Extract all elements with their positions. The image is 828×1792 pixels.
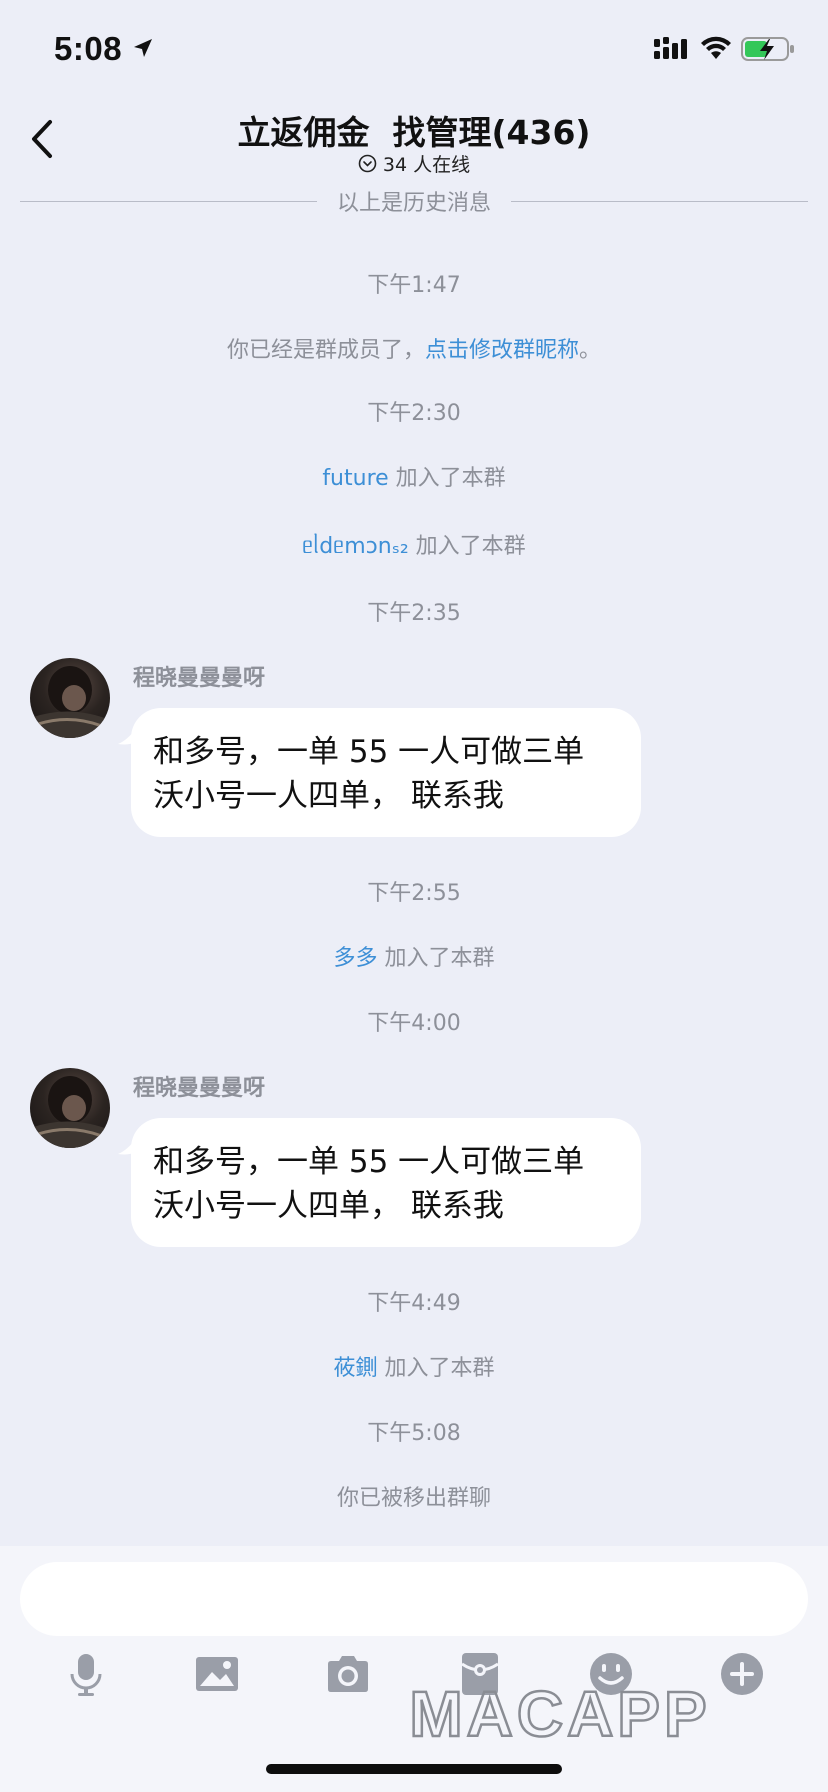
location-arrow-icon bbox=[134, 39, 152, 57]
emoji-icon[interactable] bbox=[587, 1650, 635, 1698]
member-name-link[interactable]: future bbox=[322, 466, 388, 491]
timestamp: 下午1:47 bbox=[367, 273, 461, 298]
sender-name[interactable]: 程晓曼曼曼呀 bbox=[133, 660, 265, 692]
avatar-photo-icon bbox=[30, 1076, 110, 1148]
camera-icon[interactable] bbox=[324, 1650, 372, 1698]
divider-line bbox=[511, 200, 809, 202]
wifi-icon bbox=[701, 36, 731, 59]
timestamp: 下午4:00 bbox=[367, 1011, 461, 1036]
join-notice-suffix: 加入了本群 bbox=[408, 534, 526, 559]
status-time: 5:08 bbox=[54, 30, 123, 67]
battery-charging-icon bbox=[741, 37, 794, 61]
input-toolbar bbox=[0, 1650, 828, 1730]
member-name-link[interactable]: 莜鍘 bbox=[333, 1356, 377, 1381]
removed-notice: 你已被移出群聊 bbox=[336, 1486, 491, 1511]
member-notice-suffix: 。 bbox=[579, 338, 602, 363]
message-bubble[interactable]: 和多号，一单 55 一人可做三单 沃小号一人四单， 联系我 bbox=[131, 1118, 641, 1247]
chevron-down-circle-icon bbox=[358, 154, 377, 173]
chat-screen: 5:08 立返佣金 找管理(436) 34 人在线 以上是历史消息 下午1:47… bbox=[0, 0, 828, 1792]
input-area bbox=[0, 1546, 828, 1792]
cellular-signal-icon bbox=[654, 37, 687, 59]
message-text-line: 沃小号一人四单， 联系我 bbox=[153, 1188, 504, 1224]
message-text-line: 和多号，一单 55 一人可做三单 bbox=[153, 734, 585, 770]
avatar[interactable] bbox=[30, 658, 110, 738]
plus-icon[interactable] bbox=[718, 1650, 766, 1698]
join-notice-suffix: 加入了本群 bbox=[377, 1356, 495, 1381]
message-bubble[interactable]: 和多号，一单 55 一人可做三单 沃小号一人四单， 联系我 bbox=[131, 708, 641, 837]
join-notice: future 加入了本群 bbox=[0, 460, 828, 492]
sender-name[interactable]: 程晓曼曼曼呀 bbox=[133, 1070, 265, 1102]
timestamp: 下午4:49 bbox=[367, 1291, 461, 1316]
edit-nickname-link[interactable]: 点击修改群昵称 bbox=[425, 338, 579, 363]
avatar-photo-icon bbox=[30, 666, 110, 738]
image-icon[interactable] bbox=[193, 1650, 241, 1698]
join-notice-suffix: 加入了本群 bbox=[377, 946, 495, 971]
member-notice-prefix: 你已经是群成员了， bbox=[226, 338, 425, 363]
avatar[interactable] bbox=[30, 1068, 110, 1148]
timestamp: 下午2:30 bbox=[367, 401, 461, 426]
message-text-line: 和多号，一单 55 一人可做三单 bbox=[153, 1144, 585, 1180]
online-count[interactable]: 34 人在线 bbox=[0, 150, 828, 177]
status-bar: 5:08 bbox=[0, 0, 828, 98]
timestamp: 下午5:08 bbox=[367, 1421, 461, 1446]
online-count-label: 34 人在线 bbox=[382, 154, 471, 176]
nav-bar: 立返佣金 找管理(436) 34 人在线 bbox=[0, 98, 828, 184]
member-notice: 你已经是群成员了，点击修改群昵称。 bbox=[0, 332, 828, 364]
microphone-icon[interactable] bbox=[62, 1650, 110, 1698]
timestamp: 下午2:55 bbox=[367, 881, 461, 906]
join-notice: ᥱᥣdᥱmɔnₛ₂ 加入了本群 bbox=[0, 528, 828, 560]
member-name-link[interactable]: ᥱᥣdᥱmɔnₛ₂ bbox=[302, 534, 408, 559]
message-input[interactable] bbox=[20, 1562, 808, 1636]
join-notice: 多多 加入了本群 bbox=[0, 940, 828, 972]
timestamp: 下午2:35 bbox=[367, 601, 461, 626]
history-divider: 以上是历史消息 bbox=[20, 186, 809, 216]
member-name-link[interactable]: 多多 bbox=[333, 946, 377, 971]
red-packet-icon[interactable] bbox=[456, 1650, 504, 1698]
join-notice-suffix: 加入了本群 bbox=[388, 466, 506, 491]
home-indicator[interactable] bbox=[266, 1764, 562, 1774]
group-title[interactable]: 立返佣金 找管理(436) bbox=[0, 106, 828, 154]
join-notice: 莜鍘 加入了本群 bbox=[0, 1350, 828, 1382]
history-divider-label: 以上是历史消息 bbox=[337, 191, 492, 216]
divider-line bbox=[20, 200, 317, 202]
message-text-line: 沃小号一人四单， 联系我 bbox=[153, 778, 504, 814]
